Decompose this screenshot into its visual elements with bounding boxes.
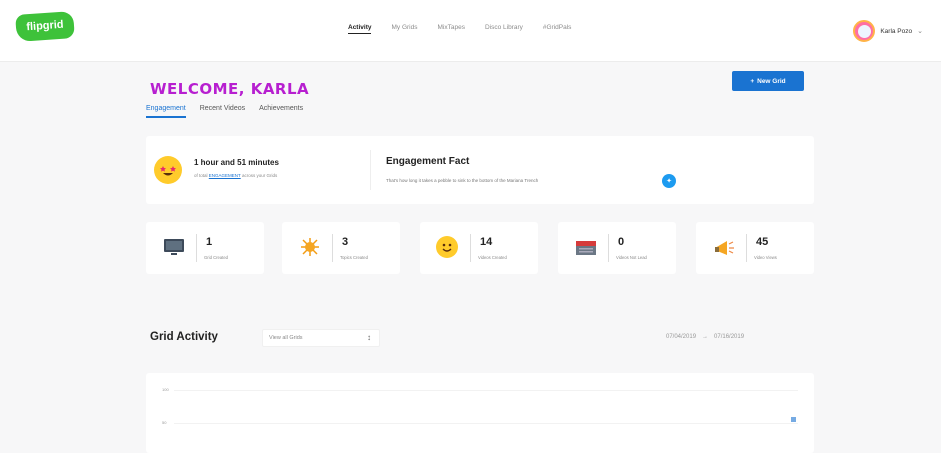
nav-activity[interactable]: Activity (348, 24, 372, 34)
profile-menu[interactable]: Karla Pozo ⌄ (853, 20, 923, 42)
stat-label: Videos Created (478, 255, 507, 260)
nav-disco-library[interactable]: Disco Library (485, 24, 523, 34)
date-range[interactable]: 07/04/2019 → 07/16/2019 (666, 334, 744, 340)
top-bar: flipgrid Activity My Grids MixTapes Disc… (0, 0, 941, 62)
stat-value: 3 (342, 236, 349, 248)
stat-value: 0 (618, 236, 625, 248)
nav-gridpals[interactable]: #GridPals (543, 24, 572, 34)
grid-line (174, 390, 798, 391)
time-sub-prefix: of total (194, 173, 208, 178)
chevron-down-icon[interactable]: ⌄ (917, 27, 923, 35)
tab-recent-videos[interactable]: Recent Videos (200, 105, 245, 118)
grid-filter-value: View all Grids (269, 335, 303, 341)
nav-my-grids[interactable]: My Grids (391, 24, 417, 34)
twitter-share-icon[interactable]: ✦ (662, 174, 676, 188)
stat-value: 45 (756, 236, 769, 248)
avatar[interactable] (853, 20, 876, 42)
stat-divider (332, 234, 333, 262)
profile-name: Karla Pozo (880, 27, 913, 35)
stat-divider (608, 234, 609, 262)
megaphone-icon (715, 241, 734, 255)
engagement-link[interactable]: ENGAGEMENT (209, 173, 241, 178)
stat-divider (470, 234, 471, 262)
fact-text: That's how long it takes a pebble to sin… (386, 178, 539, 183)
tab-achievements[interactable]: Achievements (259, 105, 303, 118)
plus-icon: + (750, 77, 755, 85)
stat-card-views: 45 Video Views (696, 222, 814, 274)
new-grid-button[interactable]: + New Grid (732, 71, 804, 91)
stat-value: 1 (206, 236, 213, 248)
smile-icon (436, 236, 458, 258)
select-arrow-icon: ↕ (367, 333, 371, 342)
grid-filter-select[interactable]: View all Grids ↕ (262, 329, 380, 347)
flipgrid-logo[interactable]: flipgrid (15, 11, 75, 42)
stat-divider (746, 234, 747, 262)
sun-icon (301, 238, 319, 256)
stat-value: 14 (480, 236, 493, 248)
tab-engagement[interactable]: Engagement (146, 105, 186, 118)
main-nav: Activity My Grids MixTapes Disco Library… (348, 24, 571, 34)
stat-label: Topics Created (340, 255, 368, 260)
date-start[interactable]: 07/04/2019 (666, 334, 696, 340)
time-sub-suffix: across your Grids (241, 173, 278, 178)
fact-title: Engagement Fact (386, 156, 470, 167)
stat-card-videos: 14 Videos Created (420, 222, 538, 274)
tv-icon (164, 239, 184, 255)
y-axis-label-top: 100 (162, 387, 169, 392)
grid-activity-title: Grid Activity (150, 331, 218, 343)
calendar-icon (576, 241, 596, 255)
stat-card-grids: 1 Grid Created (146, 222, 264, 274)
section-tabs: Engagement Recent Videos Achievements (146, 105, 303, 118)
stat-label: Grid Created (204, 255, 228, 260)
star-eyes-icon (154, 156, 182, 184)
stat-label: Videos Not Lead (616, 255, 647, 260)
y-axis-label-mid: 50 (162, 420, 167, 425)
stat-label: Video Views (754, 255, 777, 260)
stat-card-topics: 3 Topics Created (282, 222, 400, 274)
date-arrow-icon: → (702, 334, 709, 340)
engagement-card: 1 hour and 51 minutes of total ENGAGEMEN… (146, 136, 814, 204)
nav-mixtapes[interactable]: MixTapes (437, 24, 464, 34)
page-title: WELCOME, KARLA (150, 80, 310, 98)
new-grid-label: New Grid (757, 77, 786, 85)
grid-line (174, 423, 798, 424)
divider (370, 150, 371, 190)
stat-divider (196, 234, 197, 262)
chart-point[interactable] (791, 417, 796, 422)
avatar-face-icon (857, 24, 871, 38)
stat-card-not-lead: 0 Videos Not Lead (558, 222, 676, 274)
date-end[interactable]: 07/16/2019 (714, 334, 744, 340)
engagement-time-subtitle: of total ENGAGEMENT across your Grids (194, 173, 277, 178)
activity-chart: 100 50 (146, 373, 814, 453)
engagement-time: 1 hour and 51 minutes (194, 158, 279, 167)
